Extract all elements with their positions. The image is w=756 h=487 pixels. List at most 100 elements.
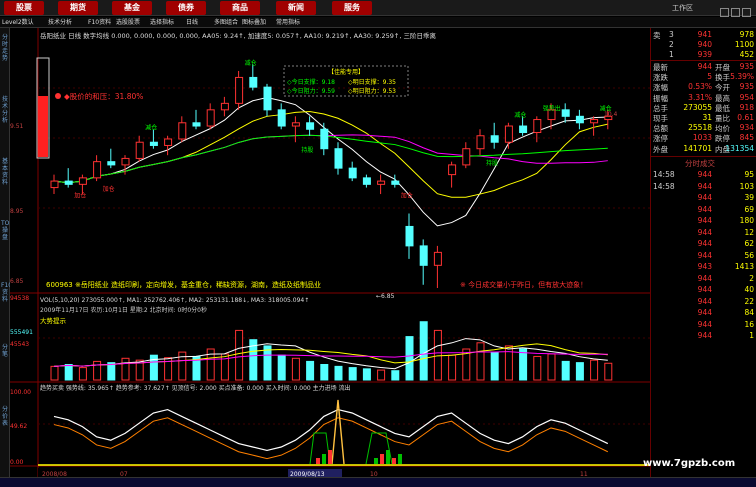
candle-body [448, 164, 457, 176]
indicator-bar [322, 454, 326, 464]
close-icon[interactable] [742, 8, 751, 17]
candle-body [206, 109, 215, 127]
candle-body [178, 122, 187, 140]
sidebar-tab[interactable]: F10资料 [1, 282, 12, 303]
nav-button[interactable]: 债券 [166, 1, 206, 15]
tick-price: 944 [697, 239, 712, 248]
nav-button[interactable]: 新闻 [276, 1, 316, 15]
indicator-bar [392, 458, 396, 464]
candle-body [93, 161, 102, 179]
volume-bar [277, 354, 286, 381]
tick-price: 944 [697, 250, 712, 260]
nav-button[interactable]: 服务 [332, 1, 372, 15]
candle-body [78, 177, 87, 185]
stat-value: 0.61 [737, 113, 754, 122]
support-tomorrow: ◇明日支撑：9.35 [348, 78, 396, 86]
tick-price: 944 [697, 296, 712, 306]
toolbar-item[interactable]: 常用指标 [276, 17, 300, 28]
candle-body [334, 148, 343, 169]
sidebar-tab[interactable]: 技术分析 [1, 96, 9, 124]
tick-price: 944 [697, 170, 712, 179]
volume-bar [107, 362, 116, 381]
volume-bar [391, 370, 400, 381]
toolbar-item[interactable]: 技术分析 [48, 17, 72, 28]
candle-body [462, 148, 471, 166]
tick-price: 944 [697, 204, 712, 214]
candle-body [519, 125, 528, 134]
sidebar-tab[interactable]: 基本资料 [1, 158, 9, 186]
maximize-icon[interactable] [731, 8, 740, 17]
workarea-label[interactable]: 工作区 [672, 2, 693, 14]
tick-price: 944 [697, 273, 712, 283]
minimize-icon[interactable] [720, 8, 729, 17]
sidebar-tab[interactable]: 分笔 [1, 344, 9, 358]
indicator-bar [316, 458, 320, 464]
stat-value: 3.31% [688, 92, 712, 102]
toolbar-item[interactable]: 选股股票 [116, 17, 140, 28]
volume-bar [235, 329, 244, 381]
candle-body [348, 167, 357, 179]
tick-volume: 40 [744, 285, 754, 294]
candle-body [490, 135, 499, 143]
price-axis-label: 6.85 [10, 278, 24, 285]
toolbar-item[interactable]: 图标叠加 [242, 17, 266, 28]
price-axis-label: 10.4 [604, 111, 618, 118]
volume-bar [377, 369, 386, 381]
candle-body [249, 76, 258, 88]
nav-button[interactable]: 股票 [4, 1, 44, 15]
volume-bar [547, 353, 556, 381]
stat-value: 935 [739, 82, 754, 92]
stat-value: 273055 [683, 102, 712, 112]
candle-body [50, 180, 59, 189]
sidebar-tab[interactable]: 分时走势 [1, 34, 9, 62]
tick-price: 944 [697, 319, 712, 329]
tick-volume: 180 [739, 216, 754, 225]
volume-bar [334, 365, 343, 381]
stat-value: 845 [739, 133, 754, 143]
sidebar-tab[interactable]: TOP操盘 [1, 220, 13, 241]
toolbar-item[interactable]: 多图组合 [214, 17, 238, 28]
window-controls [718, 2, 754, 17]
candle-body [164, 138, 173, 146]
stat-value: 141701 [683, 143, 712, 153]
volume-bar [448, 354, 457, 381]
order-price: 940 [697, 40, 712, 49]
volume-bar [64, 364, 73, 381]
volume-bar [291, 357, 300, 381]
toolbar-item[interactable]: 选择指标 [150, 17, 174, 28]
candle-body [320, 128, 329, 150]
volume-axis-label: 555491 [10, 329, 33, 336]
toolbar-item[interactable]: F10资料 [88, 17, 111, 28]
candle-body [391, 180, 400, 185]
tick-volume: 2 [749, 273, 754, 283]
kline-chart[interactable]: 岳阳纸业 日线 数字均线 0.000, 0.000, 0.000, 0.000,… [10, 28, 650, 478]
indicator-bar [398, 454, 402, 464]
tick-volume: 1413 [734, 262, 754, 271]
stat-value: 944 [697, 62, 712, 71]
volume-bar [419, 321, 428, 381]
nav-button[interactable]: 基金 [112, 1, 152, 15]
volume-bar [121, 357, 130, 381]
volume-bar [348, 367, 357, 381]
sidebar-tab[interactable]: 分价表 [1, 406, 9, 427]
chart-area[interactable]: 岳阳纸业 日线 数字均线 0.000, 0.000, 0.000, 0.000,… [10, 28, 650, 478]
candle-body [220, 102, 229, 111]
chart-title: 岳阳纸业 日线 数字均线 0.000, 0.000, 0.000, 0.000,… [40, 31, 436, 40]
volume-bar [561, 360, 570, 381]
candle-body [135, 141, 144, 159]
nav-button[interactable]: 商品 [220, 1, 260, 15]
tick-price: 944 [697, 216, 712, 225]
order-price: 939 [697, 50, 712, 59]
toolbar-item[interactable]: Level2数认 [2, 17, 34, 28]
candle-body [590, 119, 599, 124]
sentiment-title: 【佳能专用】 [328, 68, 364, 76]
candle-body [504, 125, 513, 143]
order-level: 3 [669, 30, 674, 39]
trade-signal-tag: 加仓 [103, 185, 115, 193]
status-bar [0, 477, 756, 487]
volume-bar [320, 364, 329, 381]
stat-value: 935 [739, 62, 754, 71]
nav-button[interactable]: 期货 [58, 1, 98, 15]
toolbar-item[interactable]: 日线 [186, 17, 198, 28]
tick-volume: 103 [739, 181, 754, 191]
